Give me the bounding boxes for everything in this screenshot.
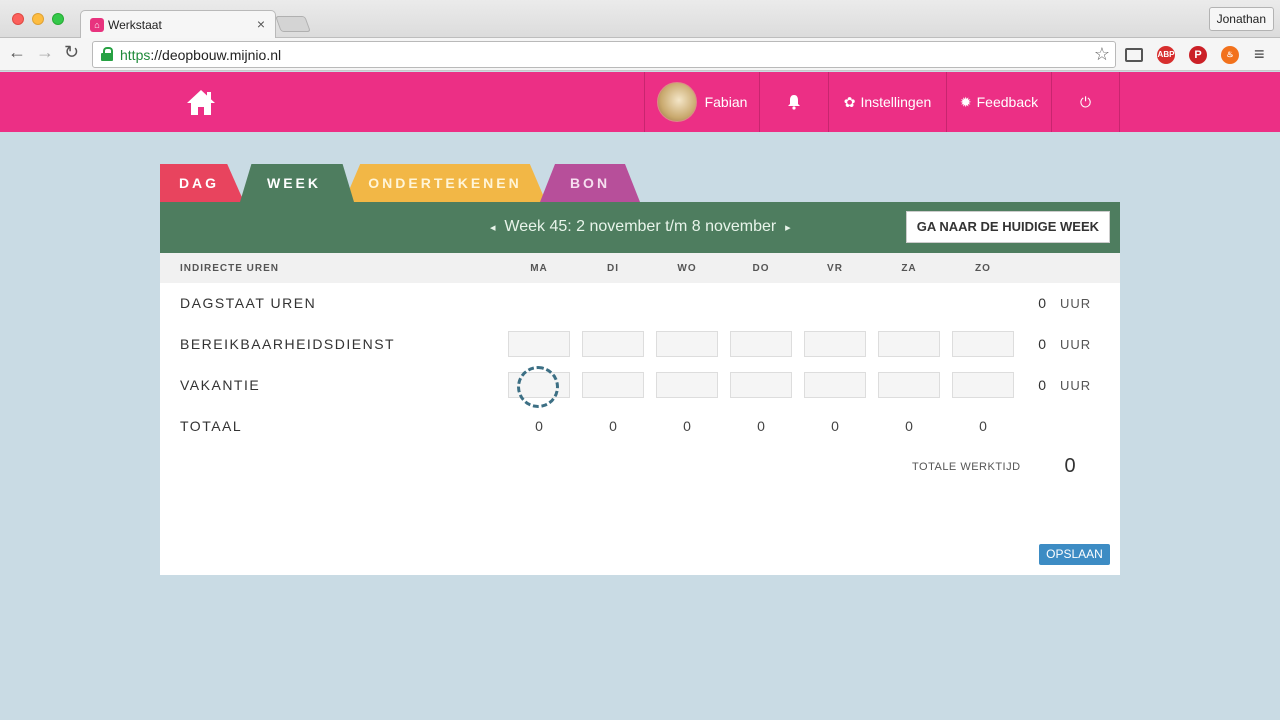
user-name: Fabian bbox=[704, 94, 748, 110]
app-header: Fabian ✿ Instellingen ✹ Feedback ⏻ bbox=[0, 72, 1280, 132]
column-header-day: MA bbox=[530, 263, 548, 274]
row-total: 0 bbox=[1038, 377, 1046, 393]
power-icon: ⏻ bbox=[1079, 93, 1092, 110]
table-header: INDIRECTE UREN MA DI WO DO VR ZA ZO bbox=[160, 253, 1120, 283]
column-header-label: INDIRECTE UREN bbox=[180, 263, 280, 274]
browser-toolbar: ← → ↻ https://deopbouw.mijnio.nl ☆ ABP P… bbox=[0, 38, 1280, 71]
row-total: 0 bbox=[1038, 336, 1046, 352]
week-title: Week 45: 2 november t/m 8 november bbox=[504, 218, 777, 235]
browser-menu-icon[interactable]: ≡ bbox=[1254, 44, 1265, 65]
view-tabs: DAG ONDERTEKENEN BON WEEK bbox=[160, 164, 1120, 202]
browser-tab-bar: ⌂ Werkstaat × Jonathan bbox=[0, 0, 1280, 39]
avatar bbox=[656, 82, 697, 122]
day-total: 0 bbox=[905, 418, 913, 434]
column-header-day: DI bbox=[607, 263, 619, 274]
profile-button[interactable]: Jonathan bbox=[1208, 7, 1274, 31]
day-total: 0 bbox=[609, 418, 617, 434]
column-header-day: VR bbox=[827, 263, 843, 274]
click-indicator bbox=[517, 366, 559, 408]
forward-arrow-icon[interactable]: → bbox=[36, 42, 54, 63]
total-worktime-label: TOTALE WERKTIJD bbox=[912, 461, 1021, 473]
tab-bon[interactable]: BON bbox=[540, 164, 640, 202]
url-text: https://deopbouw.mijnio.nl bbox=[120, 47, 282, 63]
lock-icon bbox=[101, 47, 113, 61]
hours-input[interactable] bbox=[804, 331, 866, 357]
row-total: 0 bbox=[1038, 295, 1046, 311]
hours-input[interactable] bbox=[730, 372, 792, 398]
home-icon[interactable] bbox=[186, 88, 216, 116]
back-arrow-icon[interactable]: ← bbox=[8, 42, 26, 63]
timesheet-card: INDIRECTE UREN MA DI WO DO VR ZA ZO DAGS… bbox=[160, 253, 1120, 575]
column-header-day: DO bbox=[752, 263, 770, 274]
window-minimize-button[interactable] bbox=[32, 13, 44, 25]
reload-icon[interactable]: ↻ bbox=[64, 42, 79, 63]
row-label: VAKANTIE bbox=[180, 377, 261, 393]
save-button[interactable]: OPSLAAN bbox=[1039, 544, 1110, 565]
week-range: ◂ Week 45: 2 november t/m 8 november ▸ bbox=[490, 218, 791, 236]
favicon-icon: ⌂ bbox=[90, 18, 104, 32]
day-total: 0 bbox=[979, 418, 987, 434]
row-label: BEREIKBAARHEIDSDIENST bbox=[180, 336, 396, 352]
hours-input[interactable] bbox=[878, 372, 940, 398]
hours-input[interactable] bbox=[952, 331, 1014, 357]
hours-input[interactable] bbox=[508, 331, 570, 357]
day-total: 0 bbox=[831, 418, 839, 434]
pinterest-icon[interactable]: P bbox=[1189, 46, 1207, 64]
feedback-button[interactable]: ✹ Feedback bbox=[946, 72, 1051, 132]
totals-label: TOTAAL bbox=[180, 418, 243, 434]
hours-input[interactable] bbox=[730, 331, 792, 357]
row-unit: UUR bbox=[1060, 337, 1092, 352]
column-header-day: ZO bbox=[975, 263, 991, 274]
row-unit: UUR bbox=[1060, 296, 1092, 311]
extension-fire-icon[interactable]: ♨ bbox=[1221, 46, 1239, 64]
settings-button[interactable]: ✿ Instellingen bbox=[828, 72, 946, 132]
window-close-button[interactable] bbox=[12, 13, 24, 25]
week-navigation: ◂ Week 45: 2 november t/m 8 november ▸ G… bbox=[160, 202, 1120, 253]
day-total: 0 bbox=[757, 418, 765, 434]
column-header-day: WO bbox=[677, 263, 697, 274]
browser-tab[interactable]: ⌂ Werkstaat × bbox=[80, 10, 276, 39]
day-total: 0 bbox=[683, 418, 691, 434]
row-unit: UUR bbox=[1060, 378, 1092, 393]
hours-input[interactable] bbox=[878, 331, 940, 357]
address-bar[interactable]: https://deopbouw.mijnio.nl ☆ bbox=[92, 41, 1116, 68]
notifications-button[interactable] bbox=[759, 72, 828, 132]
tab-ondertekenen[interactable]: ONDERTEKENEN bbox=[344, 164, 546, 202]
tab-close-icon[interactable]: × bbox=[257, 16, 265, 32]
gear-icon: ✿ bbox=[843, 93, 856, 110]
row-label: DAGSTAAT UREN bbox=[180, 295, 317, 311]
user-menu[interactable]: Fabian bbox=[644, 72, 759, 132]
cast-icon[interactable] bbox=[1125, 48, 1143, 62]
settings-label: Instellingen bbox=[860, 94, 932, 110]
bookmark-star-icon[interactable]: ☆ bbox=[1094, 44, 1110, 65]
feedback-label: Feedback bbox=[976, 94, 1039, 110]
tab-week[interactable]: WEEK bbox=[240, 164, 354, 202]
current-week-button[interactable]: GA NAAR DE HUIDIGE WEEK bbox=[905, 211, 1110, 243]
prev-week-icon[interactable]: ◂ bbox=[490, 222, 496, 234]
column-header-day: ZA bbox=[901, 263, 917, 274]
adblock-icon[interactable]: ABP bbox=[1157, 46, 1175, 64]
tab-dag[interactable]: DAG bbox=[160, 164, 244, 202]
new-tab-button[interactable] bbox=[275, 16, 311, 32]
hours-input[interactable] bbox=[582, 331, 644, 357]
browser-tab-title: Werkstaat bbox=[108, 18, 162, 32]
hours-input[interactable] bbox=[952, 372, 1014, 398]
hours-input[interactable] bbox=[804, 372, 866, 398]
total-worktime-value: 0 bbox=[1064, 455, 1076, 477]
hours-input[interactable] bbox=[656, 331, 718, 357]
hours-input[interactable] bbox=[582, 372, 644, 398]
window-zoom-button[interactable] bbox=[52, 13, 64, 25]
lightbulb-icon: ✹ bbox=[959, 93, 972, 110]
logout-button[interactable]: ⏻ bbox=[1051, 72, 1120, 132]
next-week-icon[interactable]: ▸ bbox=[785, 222, 791, 234]
hours-input[interactable] bbox=[656, 372, 718, 398]
bell-icon bbox=[788, 95, 800, 110]
day-total: 0 bbox=[535, 418, 543, 434]
